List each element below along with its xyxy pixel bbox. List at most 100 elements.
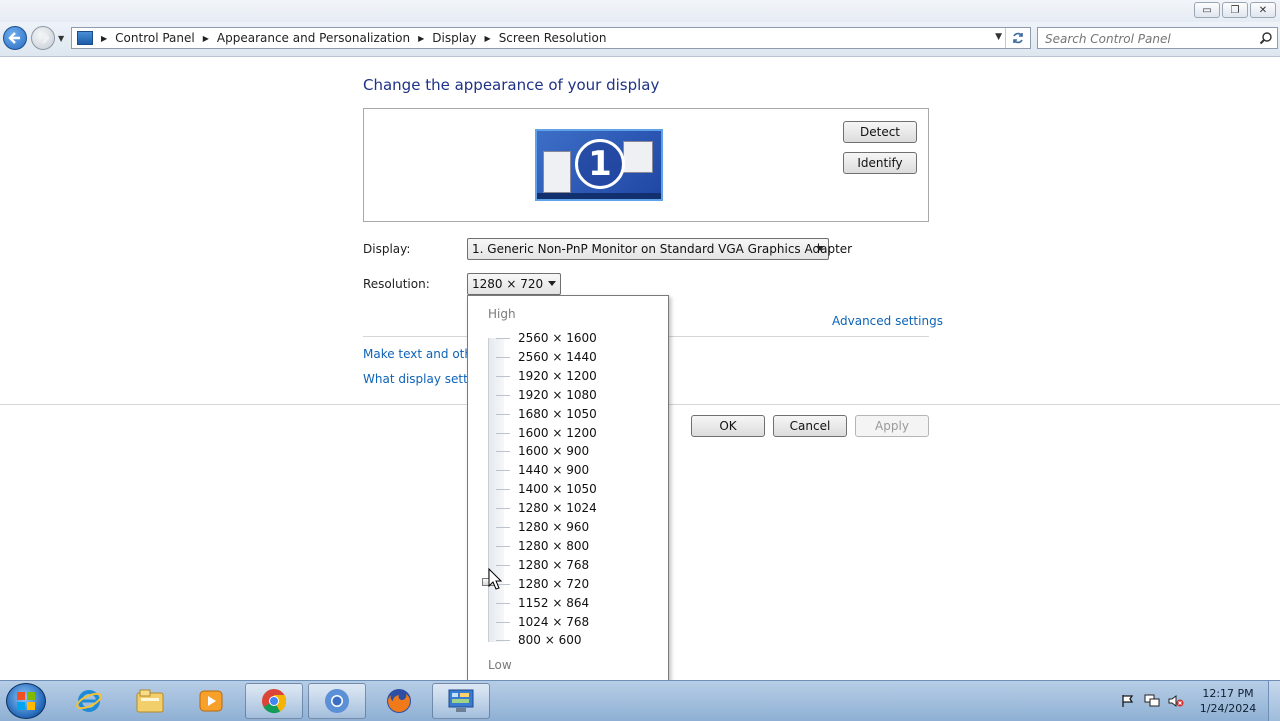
breadcrumb-appearance[interactable]: Appearance and Personalization — [217, 31, 410, 45]
firefox-icon — [387, 689, 411, 713]
resolution-option[interactable]: 1600 × 900 — [518, 444, 589, 458]
monitor-1-thumbnail[interactable]: 1 — [535, 129, 663, 201]
chrome-alt-icon — [325, 689, 349, 713]
start-button[interactable] — [6, 683, 46, 719]
resolution-option[interactable]: 1600 × 1200 — [518, 426, 597, 440]
system-tray: 12:17 PM 1/24/2024 — [1116, 681, 1280, 721]
search-input[interactable] — [1038, 28, 1257, 50]
mouse-cursor-icon — [488, 568, 502, 590]
slider-tick — [496, 338, 510, 339]
slider-tick — [496, 640, 510, 641]
slider-tick — [496, 470, 510, 471]
monitor-arrangement-area: 1 Detect Identify — [363, 108, 929, 222]
resolution-option[interactable]: 1280 × 768 — [518, 558, 589, 572]
breadcrumb-screen-resolution[interactable]: Screen Resolution — [499, 31, 607, 45]
resolution-option[interactable]: 1280 × 800 — [518, 539, 589, 553]
refresh-icon — [1013, 32, 1023, 44]
window-thumbnail — [623, 141, 653, 173]
title-bar: ▭ ❐ ✕ — [0, 0, 1280, 22]
slider-tick — [496, 603, 510, 604]
control-panel-icon — [448, 689, 474, 712]
resolution-option[interactable]: 1920 × 1200 — [518, 369, 597, 383]
resolution-label: Resolution: — [363, 277, 430, 291]
address-bar[interactable]: ▶ Control Panel ▶ Appearance and Persona… — [71, 27, 1031, 49]
internet-explorer-icon — [76, 690, 102, 712]
taskbar-control-panel[interactable] — [432, 683, 490, 719]
ok-button[interactable]: OK — [691, 415, 765, 437]
resolution-option[interactable]: 800 × 600 — [518, 633, 582, 647]
resolution-option[interactable]: 2560 × 1600 — [518, 331, 597, 345]
resolution-select[interactable]: 1280 × 720 — [467, 273, 561, 295]
taskbar-firefox[interactable] — [370, 683, 428, 719]
chrome-icon — [262, 689, 287, 714]
control-panel-icon — [77, 31, 93, 45]
back-button[interactable] — [3, 26, 27, 50]
taskbar-ie[interactable] — [60, 683, 118, 719]
chevron-right-icon[interactable]: ▶ — [101, 34, 107, 43]
resolution-option[interactable]: 1152 × 864 — [518, 596, 589, 610]
detect-button[interactable]: Detect — [843, 121, 917, 143]
resolution-option[interactable]: 1024 × 768 — [518, 615, 589, 629]
slider-tick — [496, 527, 510, 528]
network-icon[interactable] — [1144, 693, 1160, 709]
address-history-dropdown[interactable]: ▼ — [995, 32, 1002, 42]
slider-tick — [496, 451, 510, 452]
page-title: Change the appearance of your display — [363, 76, 660, 94]
show-desktop-button[interactable] — [1268, 681, 1280, 721]
slider-tick — [496, 489, 510, 490]
slider-tick — [496, 376, 510, 377]
minimize-button[interactable]: ▭ — [1194, 2, 1220, 18]
forward-button[interactable] — [31, 26, 55, 50]
search-icon[interactable] — [1259, 31, 1273, 45]
arrow-left-icon — [8, 32, 20, 44]
taskbar-explorer[interactable] — [121, 683, 179, 719]
advanced-settings-link[interactable]: Advanced settings — [832, 314, 943, 328]
display-select-value: 1. Generic Non-PnP Monitor on Standard V… — [472, 242, 853, 256]
high-label: High — [488, 307, 516, 321]
maximize-button[interactable]: ❐ — [1222, 2, 1248, 18]
resolution-option[interactable]: 1440 × 900 — [518, 463, 589, 477]
taskbar-chrome[interactable] — [245, 683, 303, 719]
window-controls: ▭ ❐ ✕ — [1194, 2, 1276, 18]
windows-logo-icon — [17, 692, 35, 710]
resolution-option[interactable]: 1680 × 1050 — [518, 407, 597, 421]
resolution-option[interactable]: 2560 × 1440 — [518, 350, 597, 364]
file-explorer-icon — [136, 689, 164, 713]
taskbar: 12:17 PM 1/24/2024 — [0, 680, 1280, 721]
action-center-flag-icon[interactable] — [1120, 693, 1136, 709]
monitor-number: 1 — [575, 139, 625, 189]
slider-tick — [496, 508, 510, 509]
resolution-option[interactable]: 1280 × 960 — [518, 520, 589, 534]
breadcrumb-control-panel[interactable]: Control Panel — [115, 31, 195, 45]
display-label: Display: — [363, 242, 411, 256]
resolution-option[interactable]: 1280 × 720 — [518, 577, 589, 591]
clock-date: 1/24/2024 — [1199, 702, 1257, 715]
arrow-right-icon — [38, 32, 50, 44]
recent-pages-dropdown[interactable]: ▼ — [58, 34, 64, 43]
taskbar-chrome-2[interactable] — [308, 683, 366, 719]
volume-muted-icon[interactable] — [1168, 693, 1184, 709]
identify-button[interactable]: Identify — [843, 152, 917, 174]
chevron-right-icon[interactable]: ▶ — [485, 34, 491, 43]
taskbar-media-player[interactable] — [182, 683, 240, 719]
chevron-right-icon[interactable]: ▶ — [418, 34, 424, 43]
breadcrumb-display[interactable]: Display — [432, 31, 476, 45]
chevron-right-icon[interactable]: ▶ — [203, 34, 209, 43]
display-select[interactable]: 1. Generic Non-PnP Monitor on Standard V… — [467, 238, 852, 260]
resolution-dropdown: High 2560 × 1600 2560 × 1440 1920 × 1200 19… — [467, 295, 669, 683]
monitor-taskbar-thumbnail — [537, 193, 661, 199]
slider-tick — [496, 433, 510, 434]
clock[interactable]: 12:17 PM 1/24/2024 — [1188, 686, 1268, 716]
resolution-option[interactable]: 1920 × 1080 — [518, 388, 597, 402]
resolution-option[interactable]: 1280 × 1024 — [518, 501, 597, 515]
media-player-icon — [199, 690, 223, 712]
slider-tick — [496, 395, 510, 396]
cancel-button[interactable]: Cancel — [773, 415, 847, 437]
navigation-bar: ▼ ▶ Control Panel ▶ Appearance and Perso… — [0, 22, 1280, 57]
close-button[interactable]: ✕ — [1250, 2, 1276, 18]
refresh-button[interactable] — [1005, 28, 1030, 48]
search-box[interactable] — [1037, 27, 1278, 50]
resolution-option[interactable]: 1400 × 1050 — [518, 482, 597, 496]
resolution-slider-track[interactable] — [488, 338, 504, 642]
clock-time: 12:17 PM — [1202, 687, 1254, 700]
